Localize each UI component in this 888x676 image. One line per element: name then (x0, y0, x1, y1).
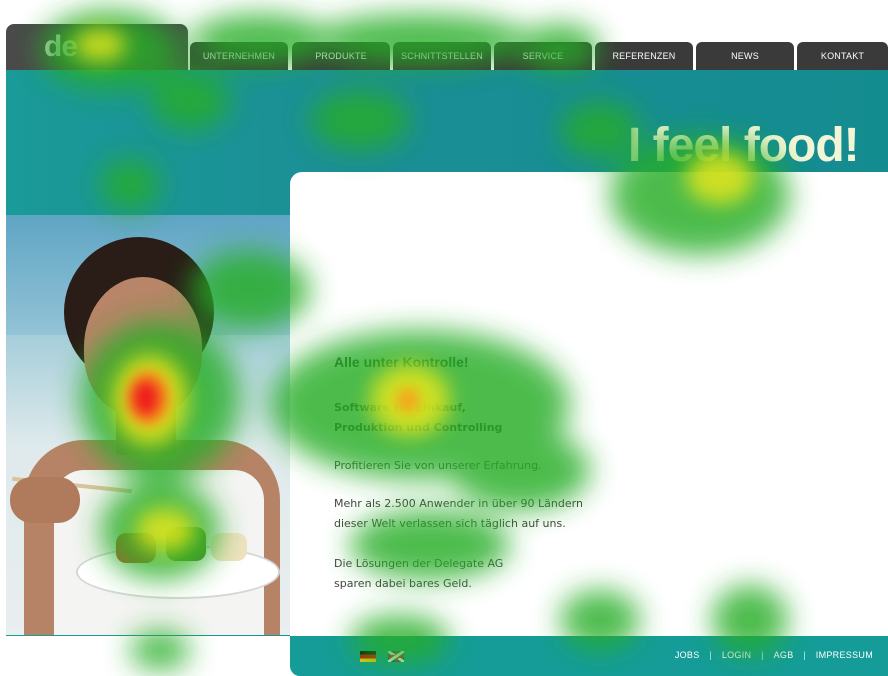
hero-photo (6, 215, 290, 635)
footer-separator: | (709, 650, 712, 660)
paragraph-3-line-2: sparen dabei bares Geld. (334, 577, 472, 590)
footer-bar: JOBS | LOGIN | AGB | IMPRESSUM (290, 636, 888, 676)
german-flag-icon[interactable] (360, 651, 376, 662)
content-subtitle: Software für Einkauf, Produktion und Con… (334, 398, 502, 438)
footer-separator: | (803, 650, 806, 660)
footer-link-jobs[interactable]: JOBS (675, 650, 700, 660)
tab-produkte[interactable]: PRODUKTE (292, 42, 390, 70)
logo-tab[interactable]: de (6, 24, 188, 70)
content-panel: Alle unter Kontrolle! Software für Einka… (290, 172, 888, 636)
content-paragraph-2: Mehr als 2.500 Anwender in über 90 Lände… (334, 494, 583, 534)
tab-kontakt[interactable]: KONTAKT (797, 42, 888, 70)
footer-links: JOBS | LOGIN | AGB | IMPRESSUM (674, 650, 874, 660)
tab-referenzen[interactable]: REFERENZEN (595, 42, 693, 70)
paragraph-2-line-1: Mehr als 2.500 Anwender in über 90 Lände… (334, 497, 583, 510)
tab-unternehmen[interactable]: UNTERNEHMEN (190, 42, 288, 70)
logo[interactable]: de (44, 30, 78, 64)
subtitle-line-2: Produktion und Controlling (334, 421, 503, 434)
paragraph-2-line-2: dieser Welt verlassen sich täglich auf u… (334, 517, 566, 530)
footer-link-agb[interactable]: AGB (774, 650, 794, 660)
footer-link-login[interactable]: LOGIN (722, 650, 752, 660)
uk-flag-icon[interactable] (388, 651, 404, 662)
tab-service[interactable]: SERVICE (494, 42, 592, 70)
subtitle-line-1: Software für Einkauf, (334, 401, 466, 414)
footer-link-impressum[interactable]: IMPRESSUM (816, 650, 873, 660)
paragraph-3-line-1: Die Lösungen der Delegate AG (334, 557, 504, 570)
footer-separator: | (761, 650, 764, 660)
tab-schnittstellen[interactable]: SCHNITTSTELLEN (393, 42, 491, 70)
content-paragraph-3: Die Lösungen der Delegate AG sparen dabe… (334, 554, 503, 594)
hero-headline: I feel food! (628, 119, 860, 172)
content-title: Alle unter Kontrolle! (334, 354, 469, 370)
content-paragraph-1: Profitieren Sie von unserer Erfahrung. (334, 459, 542, 472)
tab-news[interactable]: NEWS (696, 42, 794, 70)
